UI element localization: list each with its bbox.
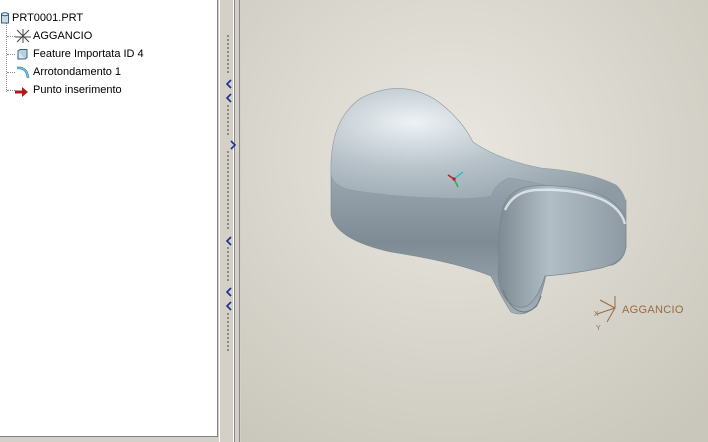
svg-text:Y: Y xyxy=(596,325,601,332)
collapse-left-icon[interactable] xyxy=(225,90,233,103)
splitter-grip[interactable] xyxy=(226,104,230,136)
imported-feature-icon xyxy=(17,48,28,66)
panel-splitter[interactable] xyxy=(219,0,241,442)
csys-label[interactable]: AGGANCIO xyxy=(622,304,684,316)
divider xyxy=(219,0,220,442)
tree-item-label: Punto inserimento xyxy=(33,84,122,96)
splitter-grip[interactable] xyxy=(226,246,230,282)
round-icon xyxy=(16,65,30,85)
collapse-left-icon[interactable] xyxy=(225,298,233,311)
tree-connector xyxy=(7,90,15,91)
splitter-grip[interactable] xyxy=(226,312,230,352)
model-tree-panel[interactable]: PRT0001.PRT AGGANCIO Feature Importata I… xyxy=(0,0,218,437)
tree-connector xyxy=(7,72,15,73)
expand-right-icon[interactable] xyxy=(229,137,237,150)
graphics-viewport[interactable]: X Y AGGANCIO xyxy=(241,0,708,442)
collapse-left-icon[interactable] xyxy=(225,76,233,89)
divider xyxy=(234,0,235,442)
collapse-left-icon[interactable] xyxy=(225,284,233,297)
insert-arrow-icon xyxy=(15,85,29,103)
model-render[interactable]: X Y xyxy=(241,0,708,442)
tree-item-label: PRT0001.PRT xyxy=(12,12,84,24)
tree-connector-line xyxy=(6,20,7,92)
tree-connector xyxy=(7,54,15,55)
tree-item-label: Arrotondamento 1 xyxy=(33,66,122,78)
svg-text:X: X xyxy=(594,311,599,318)
tree-item-label: AGGANCIO xyxy=(33,30,93,42)
csys-icon xyxy=(14,28,32,50)
splitter-grip[interactable] xyxy=(226,150,230,230)
part-icon xyxy=(1,12,10,30)
divider xyxy=(239,0,240,442)
splitter-grip[interactable] xyxy=(226,34,230,74)
collapse-left-icon[interactable] xyxy=(225,233,233,246)
tree-item-label: Feature Importata ID 4 xyxy=(33,48,144,60)
